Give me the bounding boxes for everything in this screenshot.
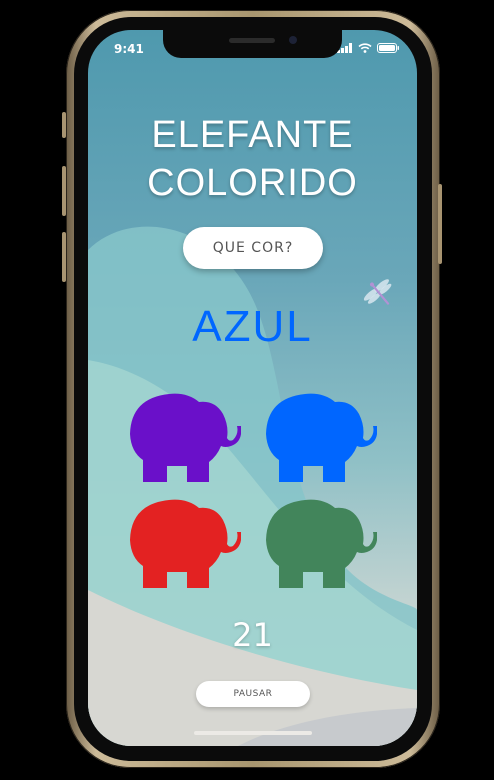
elephant-option-green[interactable] <box>261 496 377 588</box>
target-color-word: AZUL <box>192 302 313 351</box>
volume-up-button <box>62 166 66 216</box>
volume-down-button <box>62 232 66 282</box>
title-line-2: COLORIDO <box>147 162 358 204</box>
wifi-icon <box>358 43 372 53</box>
pause-button[interactable]: PAUSAR <box>196 681 310 707</box>
speaker-grille <box>229 38 275 43</box>
elephant-option-red[interactable] <box>125 496 241 588</box>
title-line-1: ELEFANTE <box>151 114 354 156</box>
battery-icon <box>377 43 399 53</box>
status-icons <box>337 43 399 53</box>
silent-switch <box>62 112 66 138</box>
power-button <box>438 184 442 264</box>
status-time: 9:41 <box>114 42 144 56</box>
front-camera <box>289 36 297 44</box>
notch <box>163 30 342 58</box>
countdown-timer: 21 <box>232 616 273 654</box>
elephant-option-purple[interactable] <box>125 390 241 482</box>
app-screen: 9:41 ELEFANTE COLORIDO QUE COR? AZUL 21 … <box>88 30 417 746</box>
elephant-option-blue[interactable] <box>261 390 377 482</box>
home-indicator[interactable] <box>194 731 312 735</box>
question-button[interactable]: QUE COR? <box>183 227 323 269</box>
